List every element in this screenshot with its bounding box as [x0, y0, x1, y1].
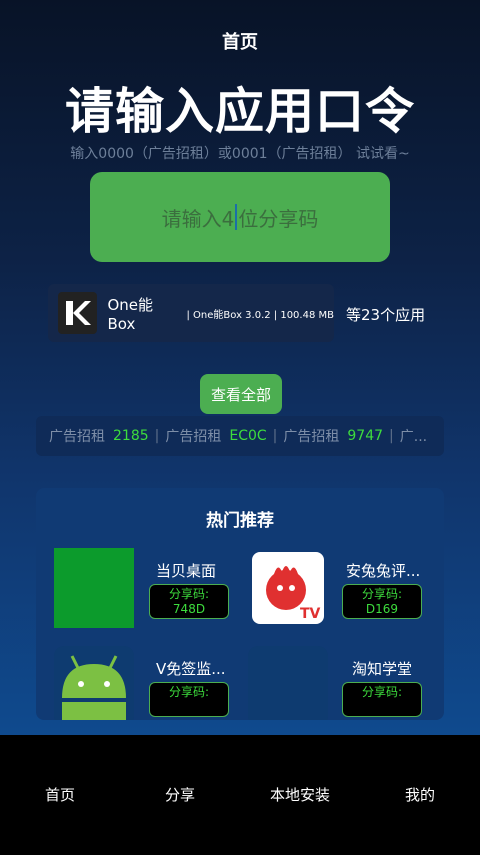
- share-code-label: 分享码:: [168, 685, 210, 699]
- hot-item-name: 安兔兔评...: [346, 562, 421, 580]
- app-count: 等23个应用: [346, 306, 426, 324]
- hot-item[interactable]: 淘知学堂 分享码:: [234, 646, 434, 720]
- share-code-badge: 分享码: 748D: [149, 584, 229, 619]
- share-code-badge: 分享码:: [149, 682, 229, 717]
- antutu-icon: TV: [252, 552, 324, 624]
- nav-local-install-label: 本地安装: [269, 786, 330, 804]
- svg-text:TV: TV: [300, 606, 321, 622]
- ticker-label: 广告招租: [49, 429, 105, 445]
- app-meta: | One能Box 3.0.2 | 100.48 MB: [186, 309, 334, 321]
- hot-title: 热门推荐: [206, 511, 274, 531]
- view-all-button[interactable]: 查看全部: [200, 374, 282, 414]
- blank-icon: [248, 646, 328, 720]
- headline: 请输入应用口令: [64, 83, 415, 140]
- onebox-logo-icon: [58, 292, 98, 334]
- hot-item[interactable]: TV 安兔兔评... 分享码: D169: [234, 548, 434, 638]
- main-screen: 首页 请输入应用口令 输入0000（广告招租）或0001（广告招租） 试试看~ …: [0, 0, 480, 735]
- ticker-code: 2185: [113, 428, 149, 444]
- code-ticker[interactable]: 广告招租 2185 | 广告招租 EC0C | 广告招租 9747 | 广...: [36, 416, 444, 456]
- ticker-separator: |: [154, 428, 160, 444]
- ticker-separator: |: [272, 428, 278, 444]
- nav-mine[interactable]: 我的: [360, 735, 480, 855]
- page-title: 首页: [222, 32, 258, 53]
- share-code-badge: 分享码:: [342, 682, 422, 717]
- nav-share[interactable]: 分享: [120, 735, 240, 855]
- nav-home-label: 首页: [44, 786, 75, 804]
- hot-recommend-panel: 热门推荐 当贝桌面 分享码: 748D TV 安兔兔评... 分享码: D169…: [36, 488, 444, 720]
- share-code-badge: 分享码: D169: [342, 584, 422, 619]
- share-code-label: 分享码:: [361, 587, 403, 601]
- nav-mine-label: 我的: [404, 786, 435, 804]
- hint-text: 输入0000（广告招租）或0001（广告招租） 试试看~: [70, 146, 410, 162]
- hot-item[interactable]: 当贝桌面 分享码: 748D: [36, 548, 236, 638]
- green-square-icon: [54, 548, 134, 628]
- share-code-input[interactable]: 请输入4 位分享码: [90, 172, 390, 262]
- input-placeholder-end: 位分享码: [238, 206, 319, 231]
- ticker-separator: |: [389, 428, 394, 444]
- share-code-label: 分享码:: [168, 587, 210, 601]
- hot-item[interactable]: V免签监... 分享码:: [36, 646, 236, 720]
- app-name: One能Box: [107, 295, 154, 333]
- nav-home[interactable]: 首页: [0, 735, 120, 855]
- ticker-label: 广告招租: [283, 429, 340, 445]
- ticker-code: 9747: [347, 428, 384, 444]
- nav-share-label: 分享: [164, 786, 195, 804]
- nav-local-install[interactable]: 本地安装: [240, 735, 360, 855]
- ticker-label: 广告招租: [165, 429, 222, 445]
- share-code-value: 748D: [172, 602, 206, 616]
- hot-item-name: V免签监...: [156, 660, 226, 678]
- input-placeholder-start: 请输入4: [161, 206, 235, 231]
- hot-item-name: 当贝桌面: [156, 562, 217, 580]
- share-code-value: D169: [365, 602, 399, 616]
- share-code-label: 分享码:: [361, 685, 403, 699]
- text-caret: [235, 204, 238, 230]
- bottom-nav: 首页 分享 本地安装 我的: [0, 735, 480, 855]
- android-icon: [54, 646, 134, 720]
- ticker-label: 广...: [399, 429, 428, 445]
- app-card[interactable]: One能Box | One能Box 3.0.2 | 100.48 MB: [48, 284, 334, 342]
- hot-item-name: 淘知学堂: [352, 660, 413, 678]
- ticker-code: EC0C: [229, 428, 267, 444]
